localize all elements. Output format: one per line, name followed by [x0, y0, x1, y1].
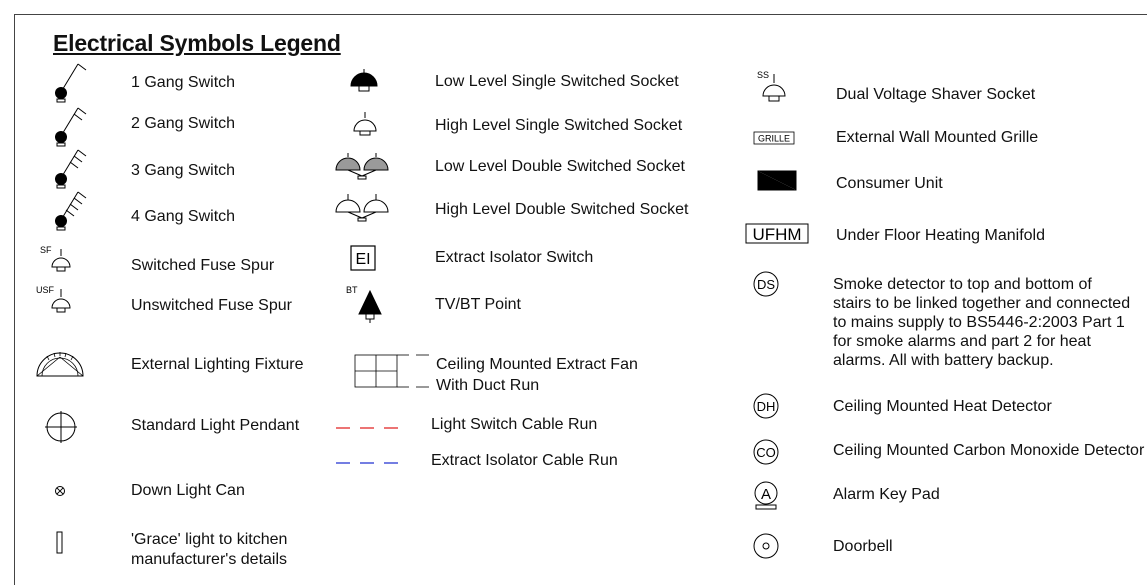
- standard-light-pendant-label: Standard Light Pendant: [131, 417, 300, 434]
- extract-isolator-switch-label: Extract Isolator Switch: [435, 249, 594, 266]
- extract-isolator-cable-run-symbol: [336, 460, 406, 466]
- smoke-detector-symbol: DS: [752, 270, 782, 300]
- three-gang-switch-symbol: [50, 148, 90, 192]
- ufhm-tag: UFHM: [752, 225, 801, 244]
- switched-fuse-spur-label: Switched Fuse Spur: [131, 257, 275, 274]
- heat-detector-label: Ceiling Mounted Heat Detector: [833, 398, 1052, 415]
- two-gang-switch-label: 2 Gang Switch: [131, 115, 236, 132]
- high-level-double-socket-symbol: [334, 192, 390, 222]
- tv-bt-point-label: TV/BT Point: [435, 296, 521, 313]
- shaver-socket-symbol: SS: [757, 69, 791, 109]
- alarm-keypad-label: Alarm Key Pad: [833, 486, 940, 503]
- two-gang-switch-symbol: [50, 106, 90, 150]
- grille-label: External Wall Mounted Grille: [836, 129, 1039, 146]
- unswitched-fuse-spur-symbol: USF: [36, 284, 80, 318]
- co-detector-label: Ceiling Mounted Carbon Monoxide Detector: [833, 442, 1145, 459]
- unswitched-fuse-spur-label: Unswitched Fuse Spur: [131, 297, 292, 314]
- alarm-keypad-symbol: A: [752, 480, 782, 514]
- ss-tag: SS: [757, 70, 769, 80]
- bt-tag: BT: [346, 285, 358, 295]
- low-level-double-socket-symbol: [335, 150, 389, 180]
- light-switch-cable-run-label: Light Switch Cable Run: [431, 416, 598, 433]
- low-level-single-socket-symbol: [347, 68, 381, 98]
- doorbell-label: Doorbell: [833, 538, 893, 555]
- standard-light-pendant-symbol: [44, 410, 78, 444]
- four-gang-switch-label: 4 Gang Switch: [131, 208, 236, 225]
- extract-isolator-switch-symbol: EI: [350, 245, 378, 273]
- four-gang-switch-symbol: [50, 190, 90, 234]
- switched-fuse-spur-symbol: SF: [40, 244, 80, 276]
- co-tag: CO: [756, 445, 776, 460]
- sf-tag: SF: [40, 245, 52, 255]
- heat-detector-symbol: DH: [752, 392, 782, 422]
- ei-tag: EI: [355, 251, 370, 268]
- co-detector-symbol: CO: [752, 438, 782, 468]
- one-gang-switch-label: 1 Gang Switch: [131, 74, 236, 91]
- legend-title: Electrical Symbols Legend: [53, 30, 341, 56]
- extract-fan-label-line2: With Duct Run: [436, 377, 540, 394]
- grace-light-label: 'Grace' light to kitchen manufacturer's …: [131, 531, 288, 568]
- ds-tag: DS: [757, 277, 775, 292]
- high-level-single-socket-label: High Level Single Switched Socket: [435, 117, 683, 134]
- high-level-single-socket-symbol: [348, 111, 382, 141]
- three-gang-switch-label: 3 Gang Switch: [131, 162, 236, 179]
- usf-tag: USF: [36, 285, 55, 295]
- grille-tag: GRILLE: [758, 134, 790, 144]
- extract-isolator-cable-run-label: Extract Isolator Cable Run: [431, 452, 618, 469]
- extract-fan-label-line1: Ceiling Mounted Extract Fan: [436, 356, 638, 373]
- external-lighting-fixture-label: External Lighting Fixture: [131, 356, 304, 373]
- consumer-unit-symbol: [757, 170, 799, 192]
- down-light-can-label: Down Light Can: [131, 482, 245, 499]
- high-level-double-socket-label: High Level Double Switched Socket: [435, 201, 689, 218]
- grace-light-symbol: [56, 531, 64, 555]
- tv-bt-point-symbol: BT: [344, 284, 384, 326]
- dh-tag: DH: [757, 399, 776, 414]
- smoke-detector-label: Smoke detector to top and bottom of stai…: [833, 276, 1131, 369]
- low-level-double-socket-label: Low Level Double Switched Socket: [435, 158, 685, 175]
- one-gang-switch-symbol: [50, 62, 90, 106]
- doorbell-symbol: [752, 532, 782, 562]
- ufhm-symbol: UFHM: [745, 223, 811, 245]
- light-switch-cable-run-symbol: [336, 425, 406, 431]
- extract-fan-symbol: [354, 353, 434, 391]
- shaver-socket-label: Dual Voltage Shaver Socket: [836, 86, 1036, 103]
- down-light-can-symbol: [53, 484, 67, 498]
- ufhm-label: Under Floor Heating Manifold: [836, 227, 1045, 244]
- low-level-single-socket-label: Low Level Single Switched Socket: [435, 73, 679, 90]
- external-lighting-fixture-symbol: [33, 346, 87, 380]
- a-tag: A: [761, 486, 771, 503]
- consumer-unit-label: Consumer Unit: [836, 175, 943, 192]
- grille-symbol: GRILLE: [753, 131, 797, 147]
